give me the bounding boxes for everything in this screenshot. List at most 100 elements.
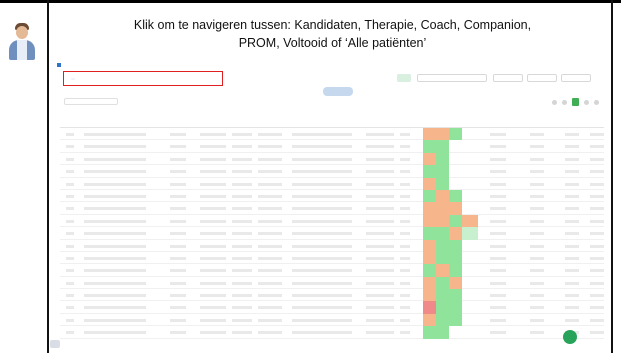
table-cell	[292, 170, 352, 174]
table-cell	[490, 207, 506, 211]
status-cell	[423, 276, 436, 290]
table-cell	[232, 331, 252, 335]
table-row[interactable]	[60, 289, 604, 302]
table-row[interactable]	[60, 165, 604, 178]
table-cell	[170, 318, 186, 322]
table-cell	[232, 170, 252, 174]
table-cell	[66, 182, 74, 186]
table-cell	[530, 244, 544, 248]
table-cell	[292, 157, 352, 161]
table-row[interactable]	[60, 177, 604, 190]
table-cell	[530, 256, 544, 260]
toolbar-button-3[interactable]	[561, 74, 591, 82]
table-cell	[400, 194, 410, 198]
table-cell	[232, 306, 252, 310]
table-cell	[170, 170, 186, 174]
table-row[interactable]	[60, 202, 604, 215]
app-screenshot	[57, 60, 607, 353]
table-cell	[530, 281, 544, 285]
status-cell	[423, 177, 436, 190]
table-cell	[170, 194, 186, 198]
table-cell	[170, 133, 186, 136]
table-cell	[84, 269, 146, 273]
table-cell	[400, 318, 410, 322]
table-cell	[490, 269, 506, 273]
toolbar-button-2[interactable]	[527, 74, 557, 82]
table-cell	[170, 157, 186, 161]
status-cell	[436, 326, 449, 339]
table-cell	[66, 232, 74, 236]
table-cell	[400, 269, 410, 273]
table-cell	[590, 219, 604, 223]
table-cell	[66, 157, 74, 161]
control-dot-icon[interactable]	[584, 99, 589, 105]
table-cell	[170, 207, 186, 211]
status-cell	[436, 264, 449, 277]
table-row[interactable]	[60, 313, 604, 327]
scroll-handle[interactable]	[50, 340, 60, 348]
table-cell	[292, 219, 352, 223]
table-cell	[366, 194, 394, 198]
table-cell	[366, 133, 394, 136]
table-row[interactable]	[60, 128, 604, 141]
table-cell	[66, 170, 74, 174]
table-cell	[232, 157, 252, 161]
table-cell	[590, 318, 604, 322]
chat-fab-icon[interactable]	[563, 330, 577, 344]
table-row[interactable]	[60, 189, 604, 203]
center-action-button[interactable]	[323, 87, 353, 96]
table-cell	[66, 306, 74, 310]
table-cell	[170, 269, 186, 273]
table-cell	[200, 157, 226, 161]
table-cell	[590, 145, 604, 149]
table-cell	[530, 182, 544, 186]
filter-input[interactable]	[64, 98, 118, 105]
table-row[interactable]	[60, 264, 604, 277]
table-cell	[258, 157, 282, 161]
status-cell	[449, 239, 462, 252]
table-row[interactable]	[60, 152, 604, 166]
table-cell	[490, 331, 506, 335]
control-dot-icon[interactable]	[594, 99, 599, 105]
table-cell	[565, 269, 579, 273]
status-cell	[436, 202, 449, 215]
table-cell	[66, 133, 74, 136]
table-cell	[66, 194, 74, 198]
table-cell	[366, 269, 394, 273]
table-cell	[292, 133, 352, 136]
table-row[interactable]	[60, 214, 604, 228]
table-cell	[565, 306, 579, 310]
table-row[interactable]	[60, 276, 604, 290]
table-row[interactable]	[60, 227, 604, 240]
status-cell	[436, 140, 449, 153]
table-row[interactable]	[60, 140, 604, 153]
table-cell	[200, 306, 226, 310]
table-cell	[84, 331, 146, 335]
table-cell	[530, 232, 544, 236]
table-cell	[292, 331, 352, 335]
table-cell	[84, 219, 146, 223]
table-row[interactable]	[60, 301, 604, 314]
table-cell	[200, 133, 226, 136]
table-cell	[84, 170, 146, 174]
brand-logo-icon	[57, 63, 61, 67]
search-input[interactable]	[417, 74, 487, 82]
table-cell	[84, 207, 146, 211]
table-cell	[66, 318, 74, 322]
slide-border-left	[47, 0, 49, 353]
table-row[interactable]	[60, 239, 604, 252]
toolbar-button-1[interactable]	[493, 74, 523, 82]
table-cell	[565, 294, 579, 298]
table-cell	[490, 294, 506, 298]
status-cell	[449, 214, 462, 228]
table-cell	[84, 306, 146, 310]
table-cell	[200, 170, 226, 174]
export-icon[interactable]	[572, 98, 579, 106]
table-row[interactable]	[60, 251, 604, 265]
control-dot-icon[interactable]	[552, 99, 557, 105]
table-row[interactable]	[60, 326, 604, 339]
table-cell	[292, 207, 352, 211]
control-dot-icon[interactable]	[562, 99, 567, 105]
status-badge	[397, 74, 411, 82]
table-cell	[565, 194, 579, 198]
